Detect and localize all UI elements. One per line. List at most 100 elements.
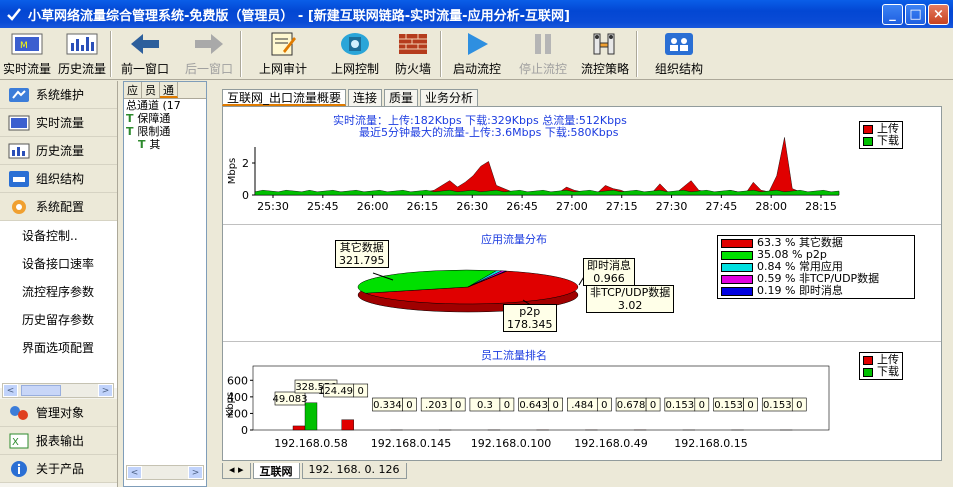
tree-panel: 应 员 通 总通道 (17 T 保障通 T 限制通 T 其 < > bbox=[123, 81, 207, 487]
sidebar-subitem-flow-params[interactable]: 流控程序参数 bbox=[0, 277, 117, 305]
tree-row-other[interactable]: T 其 bbox=[124, 138, 206, 151]
firewall-icon bbox=[396, 31, 430, 57]
upload-bar bbox=[341, 419, 354, 431]
sidebar-scrollbar[interactable]: < > bbox=[2, 383, 114, 398]
sidebar-item-realtime[interactable]: 实时流量 bbox=[0, 109, 117, 137]
x-tick-label: 27:00 bbox=[556, 200, 588, 213]
toolbar-forward-button[interactable]: 后一窗口 bbox=[178, 28, 240, 80]
staff-bar-chart: 0200400600Kbps 49.083328.556124.49600.334… bbox=[225, 365, 830, 450]
tab-outbound-summary[interactable]: 互联网_出口流量概要 bbox=[222, 89, 347, 106]
tree-tab-staff[interactable]: 员 bbox=[142, 82, 160, 98]
app-check-icon bbox=[7, 8, 21, 21]
upload-data-label: 49.083 bbox=[273, 394, 308, 405]
minimize-button[interactable]: _ bbox=[882, 3, 903, 25]
sidebar-subitem-history-params[interactable]: 历史留存参数 bbox=[0, 305, 117, 333]
content-tabs: 互联网_出口流量概要 连接 质量 业务分析 bbox=[222, 89, 480, 106]
realtime-traffic-icon: M bbox=[10, 31, 44, 57]
sidebar-item-about[interactable]: 关于产品 bbox=[0, 455, 117, 483]
x-tick-label: 26:15 bbox=[407, 200, 439, 213]
title-bar: 小草网络流量综合管理系统-免费版（管理员） - [新建互联网链路-实时流量-应用… bbox=[0, 0, 953, 28]
history-icon bbox=[8, 143, 30, 158]
download-data-label: 0 bbox=[699, 400, 705, 411]
bottom-tabs: ◂ ▸ 互联网 192. 168. 0. 126 bbox=[222, 463, 409, 479]
upload-data-label: .203 bbox=[425, 400, 447, 411]
toolbar-back-button[interactable]: 前一窗口 bbox=[112, 28, 178, 80]
toolbar-control-button[interactable]: 上网控制 bbox=[324, 28, 386, 80]
play-icon bbox=[460, 31, 494, 57]
upload-data-label: 0.678 bbox=[617, 400, 646, 411]
download-data-label: 0 bbox=[406, 400, 412, 411]
back-arrow-icon bbox=[128, 31, 162, 57]
realtime-chart: 0 2 Mbps 25:30 25:45 26:00 26:15 26:30 26:45 27:0… bbox=[227, 137, 840, 213]
chart-panel: 实时流量：上传:182Kbps 下载:329Kbps 总流量:512Kbps 最… bbox=[222, 106, 942, 461]
toolbar-realtime-button[interactable]: M 实时流量 bbox=[0, 28, 54, 80]
download-data-label: 0 bbox=[504, 400, 510, 411]
bottom-nav-arrows[interactable]: ◂ ▸ bbox=[222, 463, 251, 479]
x-tick-label: 192.168.0.145 bbox=[371, 437, 451, 450]
tree-row-guarantee[interactable]: T 保障通 bbox=[124, 112, 206, 125]
legend-swatch bbox=[721, 274, 753, 284]
sidebar-subitem-ui-options[interactable]: 界面选项配置 bbox=[0, 333, 117, 361]
x-tick-label: 25:30 bbox=[257, 200, 289, 213]
close-icon: × bbox=[933, 6, 944, 22]
scroll-right-icon[interactable]: > bbox=[98, 384, 113, 397]
tree-scrollbar[interactable]: < > bbox=[126, 465, 204, 480]
maximize-icon: □ bbox=[909, 6, 922, 22]
download-data-label: 0 bbox=[650, 400, 656, 411]
toolbar-audit-button[interactable]: 上网审计 bbox=[242, 28, 324, 80]
pie-callout-nontcp: 非TCP/UDP数据 3.02 bbox=[586, 285, 675, 313]
download-data-label: 0 bbox=[358, 386, 364, 397]
bottom-tab-host[interactable]: 192. 168. 0. 126 bbox=[301, 463, 407, 479]
close-button[interactable]: × bbox=[928, 3, 949, 25]
x-tick-label: 28:15 bbox=[805, 200, 837, 213]
main-content: 互联网_出口流量概要 连接 质量 业务分析 实时流量：上传:182Kbps 下载… bbox=[212, 81, 953, 487]
managed-object-icon bbox=[10, 405, 28, 420]
x-tick-label: 26:30 bbox=[456, 200, 488, 213]
sidebar-item-maintenance[interactable]: 系统维护 bbox=[0, 81, 117, 109]
x-tick-label: 192.168.0.15 bbox=[674, 437, 747, 450]
toolbar-start-button[interactable]: 启动流控 bbox=[442, 28, 512, 80]
toolbar-policy-button[interactable]: 流控策略 bbox=[574, 28, 636, 80]
tab-connections[interactable]: 连接 bbox=[348, 89, 383, 106]
upload-bar bbox=[292, 425, 306, 431]
sidebar-subitem-device-control[interactable]: 设备控制.. bbox=[0, 221, 117, 249]
forward-arrow-icon bbox=[192, 31, 226, 57]
toolbar-org-button[interactable]: 组织结构 bbox=[638, 28, 720, 80]
tree-row-total[interactable]: 总通道 (17 bbox=[124, 99, 206, 112]
bar-legend: 上传 下载 bbox=[859, 352, 903, 380]
toolbar-history-button[interactable]: 历史流量 bbox=[54, 28, 110, 80]
toolbar-firewall-button[interactable]: 防火墙 bbox=[386, 28, 440, 80]
maximize-button[interactable]: □ bbox=[905, 3, 926, 25]
y-axis-label: Mbps bbox=[227, 158, 238, 185]
tab-business[interactable]: 业务分析 bbox=[420, 89, 479, 106]
left-sidebar: 系统维护 实时流量 历史流量 组织结构 系统配置 设备控制.. 设备接口速率 流… bbox=[0, 81, 118, 487]
control-icon bbox=[338, 31, 372, 57]
scroll-thumb[interactable] bbox=[21, 385, 61, 396]
sidebar-item-org[interactable]: 组织结构 bbox=[0, 165, 117, 193]
x-tick-label: 192.168.0.58 bbox=[274, 437, 347, 450]
tree-tab-app[interactable]: 应 bbox=[124, 82, 142, 98]
y-axis-label: Kbps bbox=[225, 392, 236, 416]
sidebar-item-history[interactable]: 历史流量 bbox=[0, 137, 117, 165]
download-data-label: 0 bbox=[552, 400, 558, 411]
sidebar-item-report[interactable]: X 报表输出 bbox=[0, 427, 117, 455]
tree-tab-channel[interactable]: 通 bbox=[160, 82, 178, 98]
toolbar-stop-button[interactable]: 停止流控 bbox=[512, 28, 574, 80]
y-tick-label: 0 bbox=[242, 189, 249, 202]
x-tick-label: 26:45 bbox=[506, 200, 538, 213]
sidebar-item-managed-object[interactable]: 管理对象 bbox=[0, 399, 117, 427]
tab-quality[interactable]: 质量 bbox=[384, 89, 419, 106]
sidebar-subitem-interface-rate[interactable]: 设备接口速率 bbox=[0, 249, 117, 277]
history-traffic-icon bbox=[65, 31, 99, 57]
svg-text:X: X bbox=[12, 437, 19, 448]
scroll-left-icon[interactable]: < bbox=[127, 466, 142, 479]
upload-data-label: 124.496 bbox=[318, 386, 359, 397]
about-icon bbox=[11, 460, 27, 477]
realtime-chart-section: 实时流量：上传:182Kbps 下载:329Kbps 总流量:512Kbps 最… bbox=[223, 107, 941, 225]
scroll-left-icon[interactable]: < bbox=[3, 384, 18, 397]
scroll-right-icon[interactable]: > bbox=[188, 466, 203, 479]
tree-row-limit[interactable]: T 限制通 bbox=[124, 125, 206, 138]
sidebar-item-config[interactable]: 系统配置 bbox=[0, 193, 117, 221]
bottom-tab-internet[interactable]: 互联网 bbox=[252, 463, 300, 479]
download-data-label: 0 bbox=[796, 400, 802, 411]
